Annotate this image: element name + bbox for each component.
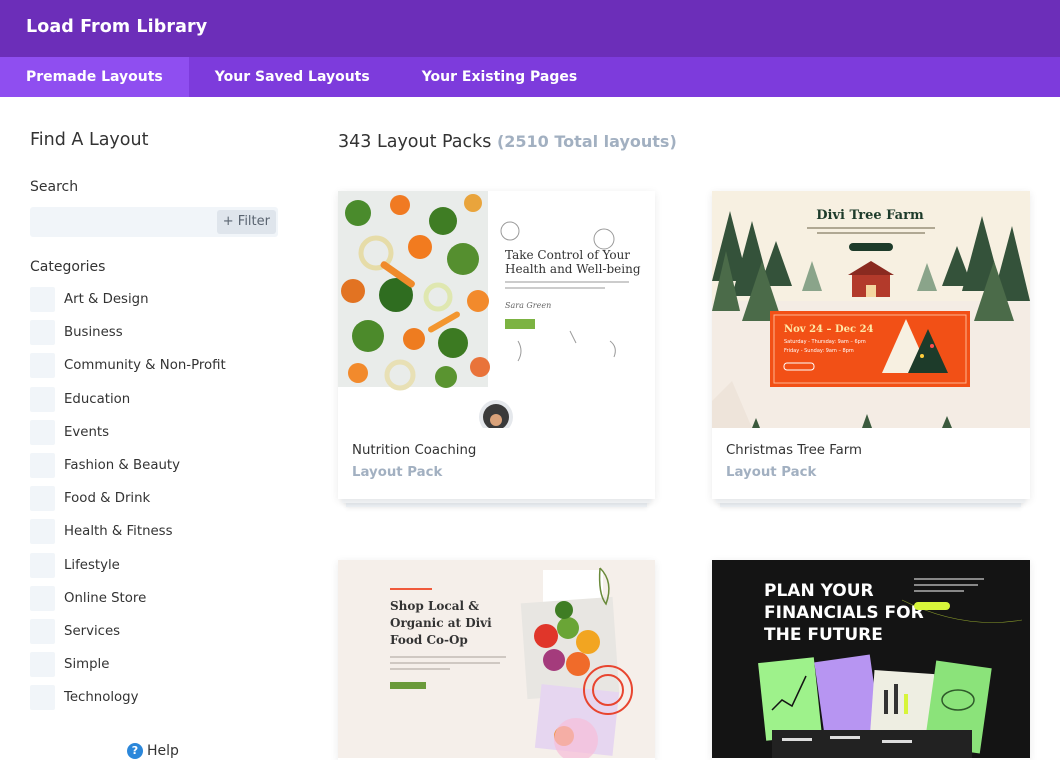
categories-label: Categories (30, 259, 106, 275)
svg-text:Organic at Divi: Organic at Divi (390, 616, 492, 630)
category-checkbox[interactable] (30, 586, 55, 611)
svg-text:THE FUTURE: THE FUTURE (764, 625, 883, 645)
category-label: Technology (64, 690, 139, 705)
svg-text:Health and Well-being: Health and Well-being (505, 262, 641, 276)
layout-card-christmas-tree-farm[interactable]: Divi Tree Farm Nov 24 – Dec 24 Saturday … (712, 191, 1030, 507)
card-body: Divi Tree Farm Nov 24 – Dec 24 Saturday … (712, 191, 1030, 499)
category-label: Lifestyle (64, 558, 120, 573)
category-label: Fashion & Beauty (64, 458, 180, 473)
help-label: Help (147, 743, 179, 759)
category-label: Food & Drink (64, 491, 151, 506)
category-label: Simple (64, 657, 110, 672)
layout-pack-count: 343 Layout Packs (338, 132, 492, 152)
svg-text:PLAN YOUR: PLAN YOUR (764, 581, 874, 601)
category-label: Community & Non-Profit (64, 358, 226, 373)
svg-text:Saturday - Thursday: 9am – 6pm: Saturday - Thursday: 9am – 6pm (784, 339, 866, 345)
category-checkbox[interactable] (30, 619, 55, 644)
question-icon: ? (127, 743, 143, 759)
christmas-preview-image: Divi Tree Farm Nov 24 – Dec 24 Saturday … (712, 191, 1030, 428)
category-checkbox[interactable] (30, 486, 55, 511)
card-body: Shop Local & Organic at Divi Food Co-Op (338, 560, 655, 760)
category-fashion-beauty[interactable]: Fashion & Beauty (30, 453, 280, 479)
svg-text:FINANCIALS FOR: FINANCIALS FOR (764, 603, 924, 623)
layout-card-nutrition-coaching[interactable]: Take Control of Your Health and Well-bei… (338, 191, 655, 507)
category-label: Services (64, 624, 121, 639)
category-art-design[interactable]: Art & Design (30, 287, 280, 313)
category-food-drink[interactable]: Food & Drink (30, 486, 280, 512)
layout-name: Christmas Tree Farm (726, 443, 862, 458)
category-checkbox[interactable] (30, 320, 55, 345)
svg-text:Food Co-Op: Food Co-Op (390, 633, 468, 647)
category-community[interactable]: Community & Non-Profit (30, 353, 280, 379)
category-label: Art & Design (64, 292, 149, 307)
category-checkbox[interactable] (30, 453, 55, 478)
food-coop-preview-image: Shop Local & Organic at Divi Food Co-Op (338, 560, 655, 758)
category-health-fitness[interactable]: Health & Fitness (30, 519, 280, 545)
category-lifestyle[interactable]: Lifestyle (30, 553, 280, 579)
layout-thumbnail: Shop Local & Organic at Divi Food Co-Op (338, 560, 655, 758)
category-label: Online Store (64, 591, 147, 606)
category-checkbox[interactable] (30, 353, 55, 378)
category-education[interactable]: Education (30, 387, 280, 413)
category-checkbox[interactable] (30, 553, 55, 578)
tab-saved-layouts[interactable]: Your Saved Layouts (189, 57, 396, 97)
layout-card-food-co-op[interactable]: Shop Local & Organic at Divi Food Co-Op (338, 560, 655, 760)
sidebar-title: Find A Layout (30, 130, 149, 150)
category-services[interactable]: Services (30, 619, 280, 645)
filter-button[interactable]: + Filter (216, 210, 276, 234)
search-input[interactable] (30, 207, 215, 237)
category-events[interactable]: Events (30, 420, 280, 446)
category-label: Business (64, 325, 123, 340)
category-label: Education (64, 392, 131, 407)
tab-existing-pages[interactable]: Your Existing Pages (396, 57, 603, 97)
category-label: Events (64, 425, 110, 440)
svg-text:Shop Local &: Shop Local & (390, 599, 479, 613)
layout-name: Nutrition Coaching (352, 443, 477, 458)
category-business[interactable]: Business (30, 320, 280, 346)
card-body: Take Control of Your Health and Well-bei… (338, 191, 655, 499)
svg-text:Take Control of Your: Take Control of Your (505, 248, 630, 262)
nutrition-preview-image: Take Control of Your Health and Well-bei… (338, 191, 655, 428)
category-checkbox[interactable] (30, 387, 55, 412)
layout-thumbnail: PLAN YOUR FINANCIALS FOR THE FUTURE (712, 560, 1030, 758)
svg-text:Nov 24 – Dec 24: Nov 24 – Dec 24 (784, 324, 874, 335)
layout-thumbnail: Divi Tree Farm Nov 24 – Dec 24 Saturday … (712, 191, 1030, 428)
card-body: PLAN YOUR FINANCIALS FOR THE FUTURE (712, 560, 1030, 760)
category-simple[interactable]: Simple (30, 652, 280, 678)
modal-header: Load From Library (0, 0, 1060, 57)
category-online-store[interactable]: Online Store (30, 586, 280, 612)
category-label: Health & Fitness (64, 524, 173, 539)
layout-count-heading: 343 Layout Packs (2510 Total layouts) (338, 132, 677, 152)
search-label: Search (30, 179, 79, 195)
total-layout-count: (2510 Total layouts) (496, 132, 677, 151)
svg-text:Divi Tree Farm: Divi Tree Farm (816, 208, 924, 223)
category-technology[interactable]: Technology (30, 685, 280, 711)
category-checkbox[interactable] (30, 652, 55, 677)
layout-thumbnail: Take Control of Your Health and Well-bei… (338, 191, 655, 428)
layout-type: Layout Pack (352, 465, 443, 480)
category-checkbox[interactable] (30, 685, 55, 710)
svg-text:Friday - Sunday: 9am – 8pm: Friday - Sunday: 9am – 8pm (784, 348, 854, 354)
modal-title: Load From Library (26, 17, 208, 37)
help-link[interactable]: ? Help (127, 743, 179, 759)
category-checkbox[interactable] (30, 287, 55, 312)
search-box: + Filter (30, 207, 278, 237)
tab-premade-layouts[interactable]: Premade Layouts (0, 57, 189, 97)
category-checkbox[interactable] (30, 519, 55, 544)
svg-text:Sara Green: Sara Green (505, 301, 551, 310)
category-checkbox[interactable] (30, 420, 55, 445)
financials-preview-image: PLAN YOUR FINANCIALS FOR THE FUTURE (712, 560, 1030, 758)
layout-card-financials[interactable]: PLAN YOUR FINANCIALS FOR THE FUTURE (712, 560, 1030, 760)
layout-type: Layout Pack (726, 465, 817, 480)
tab-bar: Premade Layouts Your Saved Layouts Your … (0, 57, 1060, 97)
